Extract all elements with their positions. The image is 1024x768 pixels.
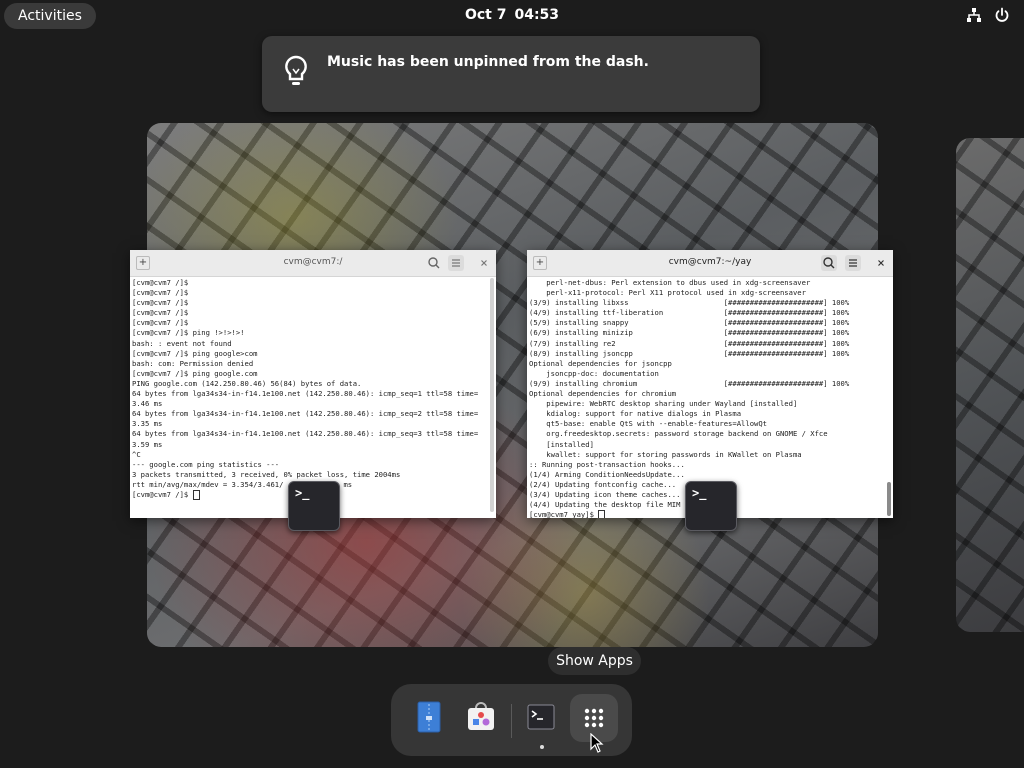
terminal-line: (9/9) installing chromium [#############… [529,378,850,388]
show-apps-tooltip: Show Apps [548,647,641,675]
dash-item-terminal[interactable] [517,694,565,742]
mouse-pointer-icon [590,733,604,753]
scrollbar[interactable] [490,278,494,516]
terminal-icon [527,704,555,730]
terminal-line: (6/9) installing minizip [##############… [529,328,850,338]
clock[interactable]: Oct 7 04:53 [0,7,1024,23]
terminal-line: perl-net-dbus: Perl extension to dbus us… [529,278,811,287]
terminal-line: [cvm@cvm7 /]$ ping google>com [132,348,258,358]
terminal-line: (3/9) installing libxss [###############… [529,298,850,308]
clock-time: 04:53 [514,7,560,23]
notification-banner[interactable]: Music has been unpinned from the dash. [262,36,760,112]
terminal-line: 64 bytes from lga34s34-in-f14.1e100.net … [132,389,479,399]
terminal-line: perl-x11-protocol: Perl X11 protocol use… [529,288,806,298]
search-icon[interactable] [426,255,442,271]
terminal-line: pipewire: WebRTC desktop sharing under W… [529,399,798,409]
terminal-line: 64 bytes from lga34s34-in-f14.1e100.net … [132,429,479,439]
terminal-line: (4/9) installing ttf-liberation [#######… [529,308,850,318]
terminal-line: 3.59 ms [132,439,163,449]
terminal-line: [cvm@cvm7 /]$ [132,278,189,287]
terminal-line: 3.46 ms [132,399,163,409]
top-bar: Activities Oct 7 04:53 [0,0,1024,32]
terminal-line: bash: : event not found [132,338,232,348]
terminal-line: (5/9) installing snappy [###############… [529,318,850,328]
search-icon[interactable] [821,255,837,271]
window-headerbar: + cvm@cvm7:/ [130,250,496,277]
terminal-line: [cvm@cvm7 /]$ [132,298,189,308]
terminal-line: ^C [132,449,141,459]
terminal-line: kwallet: support for storing passwords i… [529,449,802,459]
lightbulb-icon [285,55,307,85]
running-indicator [540,745,544,749]
network-icon[interactable] [966,7,982,23]
terminal-line: (7/9) installing re2 [##################… [529,338,850,348]
dash-item-software[interactable] [457,694,505,742]
desktop-overview: Activities Oct 7 04:53 Music has been unp… [0,0,1024,768]
close-icon[interactable] [873,255,889,271]
terminal-line: Optional dependencies for jsoncpp [529,358,672,368]
terminal-cursor [192,489,200,500]
terminal-line: (8/9) installing jsoncpp [##############… [529,348,850,358]
terminal-line: [cvm@cvm7 /]$ ping google.com [132,368,258,378]
window-headerbar: + cvm@cvm7:~/yay [527,250,893,277]
terminal-line: Optional dependencies for chromium [529,389,677,399]
menu-icon[interactable] [448,255,464,271]
terminal-line: [cvm@cvm7 /]$ [132,318,189,328]
terminal-window-root[interactable]: + cvm@cvm7:/ [cvm@cvm7 /]$ [cvm@cvm7 /]$[… [130,250,496,518]
window-title: cvm@cvm7:~/yay [668,257,752,267]
terminal-line: PING google.com (142.250.80.46) 56(84) b… [132,378,362,388]
clock-date: Oct 7 [464,7,507,23]
files-icon [417,701,441,733]
dash-separator [511,704,512,738]
terminal-line: :: Running post-transaction hooks... [529,459,685,469]
system-status-area[interactable] [966,7,1010,23]
terminal-line: 3.35 ms [132,419,163,429]
terminal-line: [cvm@cvm7 /]$ [132,308,189,318]
terminal-line: kdialog: support for native dialogs in P… [529,409,742,419]
terminal-line: org.freedesktop.secrets: password storag… [529,429,828,439]
terminal-line: --- google.com ping statistics --- [132,459,280,469]
terminal-cursor [598,510,606,518]
terminal-line: [cvm@cvm7 /]$ ping !>!>!>! [132,328,245,338]
terminal-line: bash: com: Permission denied [132,358,254,368]
workspace-thumbnail-next[interactable] [956,138,1024,632]
scrollbar[interactable] [887,278,891,516]
terminal-line: [cvm@cvm7 /]$ [132,288,189,298]
terminal-app-icon: >_ [685,481,737,531]
terminal-window-yay[interactable]: + cvm@cvm7:~/yay perl-net-dbus: Perl ext… [527,250,893,518]
power-icon[interactable] [994,7,1010,23]
terminal-line-suffix: ms [343,479,353,489]
terminal-line: qt5-base: enable QtS with --enable-featu… [529,419,767,429]
menu-icon[interactable] [845,255,861,271]
terminal-line: [installed] [529,439,594,449]
close-icon[interactable] [476,255,492,271]
terminal-line: jsoncpp-doc: documentation [529,368,659,378]
terminal-line: 3 packets transmitted, 3 received, 0% pa… [132,469,401,479]
terminal-line: (1/4) Arming ConditionNeedsUpdate... [529,469,685,479]
dash-item-files[interactable] [405,694,453,742]
notification-message: Music has been unpinned from the dash. [327,54,649,70]
terminal-line: 64 bytes from lga34s34-in-f14.1e100.net … [132,409,479,419]
software-icon [468,702,494,730]
terminal-app-icon: >_ [288,481,340,531]
